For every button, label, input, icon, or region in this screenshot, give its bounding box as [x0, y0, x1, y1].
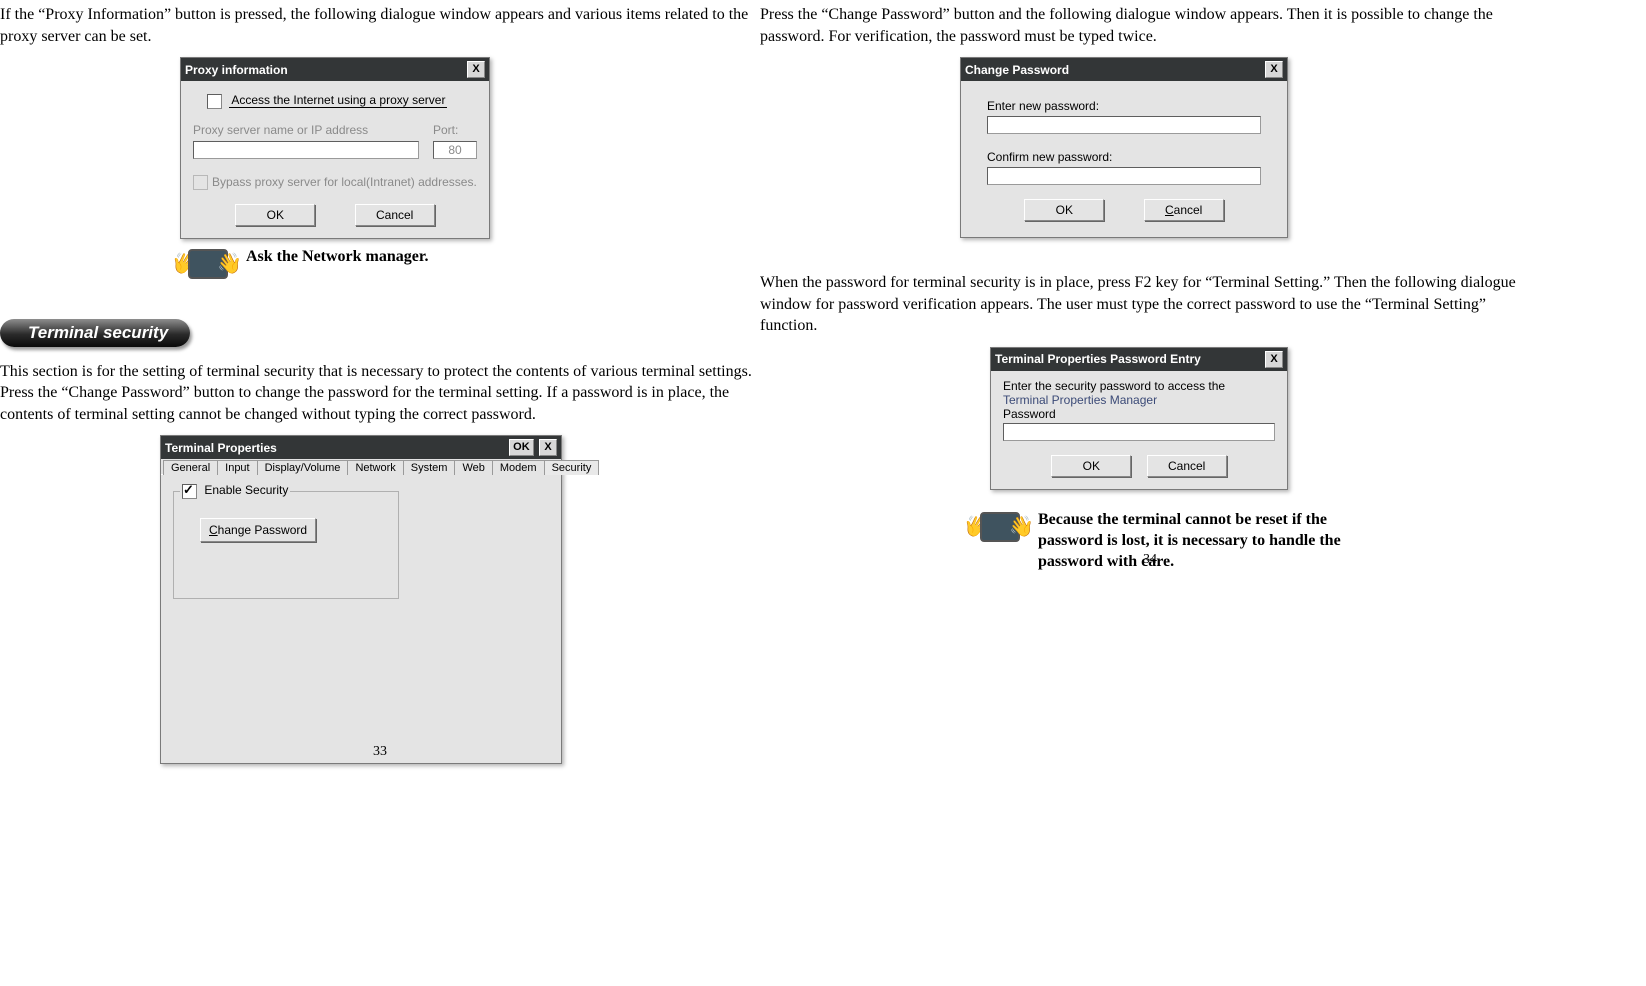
- cancel-button[interactable]: Cancel: [1144, 199, 1224, 221]
- password-care-note: Because the terminal cannot be reset if …: [1038, 510, 1390, 572]
- proxy-port-label: Port:: [433, 123, 477, 137]
- tab-display-volume[interactable]: Display/Volume: [257, 460, 349, 475]
- enter-new-password-input[interactable]: [987, 116, 1261, 134]
- proxy-name-label: Proxy server name or IP address: [193, 123, 419, 137]
- close-icon[interactable]: X: [539, 439, 557, 456]
- proxy-use-label: Access the Internet using a proxy server: [229, 93, 447, 108]
- proxy-dialog-title: Proxy information: [185, 63, 288, 77]
- proxy-use-checkbox[interactable]: [207, 94, 222, 109]
- ok-button[interactable]: OK: [1024, 199, 1104, 221]
- enable-security-label: Enable Security: [204, 483, 288, 497]
- enter-new-password-label: Enter new password:: [987, 99, 1261, 113]
- titlebar-ok-button[interactable]: OK: [509, 439, 534, 456]
- terminal-properties-dialog: Terminal Properties OK X General Input D…: [160, 435, 562, 764]
- close-icon[interactable]: X: [467, 61, 485, 78]
- ask-network-manager-note: Ask the Network manager.: [246, 247, 429, 268]
- close-icon[interactable]: X: [1265, 61, 1283, 78]
- cancel-button[interactable]: Cancel: [1147, 455, 1227, 477]
- left-intro: If the “Proxy Information” button is pre…: [0, 4, 760, 47]
- hint-icon: 👋 👋: [970, 510, 1028, 546]
- change-password-button[interactable]: Change Password: [200, 518, 316, 542]
- tab-general[interactable]: General: [163, 460, 218, 475]
- password-entry-input[interactable]: [1003, 423, 1275, 441]
- confirm-new-password-input[interactable]: [987, 167, 1261, 185]
- tab-security[interactable]: Security: [544, 460, 600, 475]
- ok-button[interactable]: OK: [1051, 455, 1131, 477]
- change-password-dialog: Change Password X Enter new password: Co…: [960, 57, 1288, 238]
- close-icon[interactable]: X: [1265, 351, 1283, 368]
- proxy-name-input[interactable]: [193, 141, 419, 159]
- password-entry-title: Terminal Properties Password Entry: [995, 352, 1201, 366]
- bypass-label: Bypass proxy server for local(Intranet) …: [212, 175, 477, 190]
- tab-network[interactable]: Network: [347, 460, 403, 475]
- section-heading-terminal-security: Terminal security: [0, 319, 190, 347]
- right-intro: Press the “Change Password” button and t…: [760, 4, 1540, 47]
- proxy-dialog: Proxy information X Access the Internet …: [180, 57, 490, 238]
- tab-strip: General Input Display/Volume Network Sys…: [161, 459, 561, 475]
- right-mid-para: When the password for terminal security …: [760, 272, 1540, 337]
- hint-icon: 👋 👋: [178, 247, 236, 283]
- proxy-port-input[interactable]: 80: [433, 141, 477, 159]
- tab-web[interactable]: Web: [454, 460, 492, 475]
- enable-security-checkbox[interactable]: [182, 484, 197, 499]
- password-entry-line3: Password: [1003, 407, 1275, 421]
- section-body: This section is for the setting of termi…: [0, 361, 760, 426]
- tab-input[interactable]: Input: [217, 460, 257, 475]
- page-number-right: 34: [1143, 552, 1157, 568]
- change-password-title: Change Password: [965, 63, 1069, 77]
- password-entry-line2: Terminal Properties Manager: [1003, 393, 1275, 407]
- page-number-left: 33: [373, 744, 387, 760]
- ok-button[interactable]: OK: [235, 204, 315, 226]
- password-entry-dialog: Terminal Properties Password Entry X Ent…: [990, 347, 1288, 490]
- cancel-button[interactable]: Cancel: [355, 204, 435, 226]
- tab-modem[interactable]: Modem: [492, 460, 545, 475]
- terminal-properties-title: Terminal Properties: [165, 441, 277, 455]
- tab-system[interactable]: System: [403, 460, 456, 475]
- bypass-checkbox[interactable]: [193, 175, 208, 190]
- password-entry-line1: Enter the security password to access th…: [1003, 379, 1275, 393]
- confirm-new-password-label: Confirm new password:: [987, 150, 1261, 164]
